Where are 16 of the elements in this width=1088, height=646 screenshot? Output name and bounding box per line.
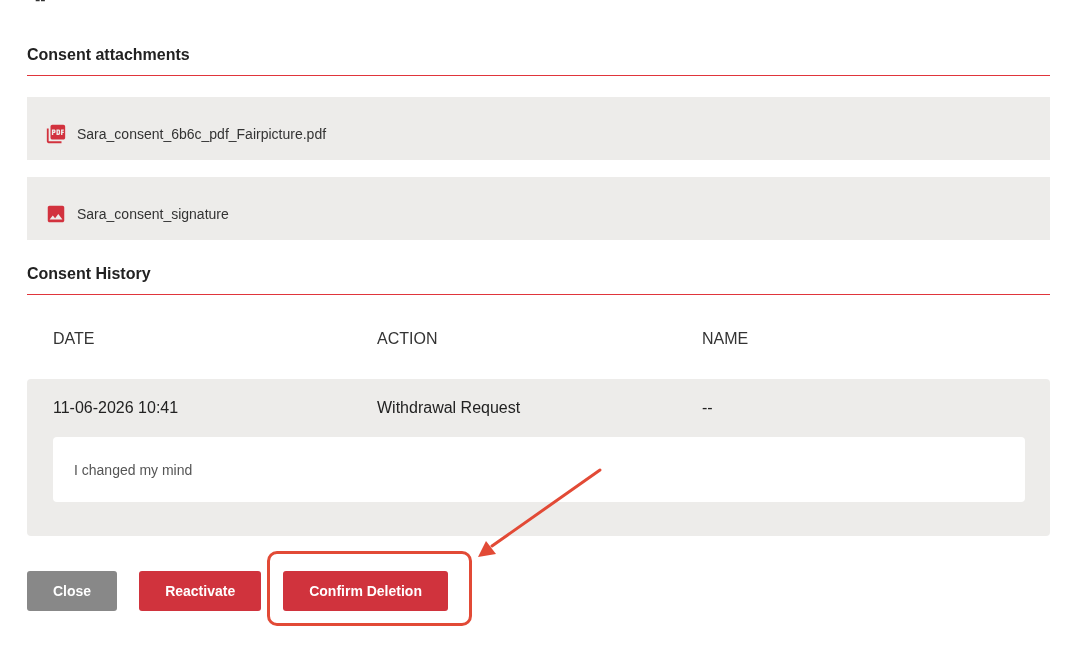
action-button[interactable]: Confirm Deletion <box>283 571 448 611</box>
section-heading: Consent History <box>27 265 151 282</box>
table-cell: 11-06-2026 10:41 <box>53 398 179 418</box>
cut-off-text: -- <box>34 0 46 8</box>
action-button[interactable]: Reactivate <box>139 571 262 611</box>
column-header: ACTION <box>377 329 438 349</box>
section-heading: Consent attachments <box>27 46 190 63</box>
close-button[interactable]: Close <box>27 571 118 611</box>
column-header: NAME <box>702 329 749 349</box>
table-cell: Withdrawal Request <box>377 398 521 418</box>
table-cell: -- <box>702 398 713 418</box>
pdf-file-icon <box>45 122 67 145</box>
comment-text: I changed my mind <box>74 460 193 479</box>
file-name[interactable]: Sara_consent_6b6c_pdf_Fairpicture.pdf <box>77 124 327 143</box>
file-name[interactable]: Sara_consent_signature <box>77 204 229 223</box>
column-header: DATE <box>53 329 95 349</box>
